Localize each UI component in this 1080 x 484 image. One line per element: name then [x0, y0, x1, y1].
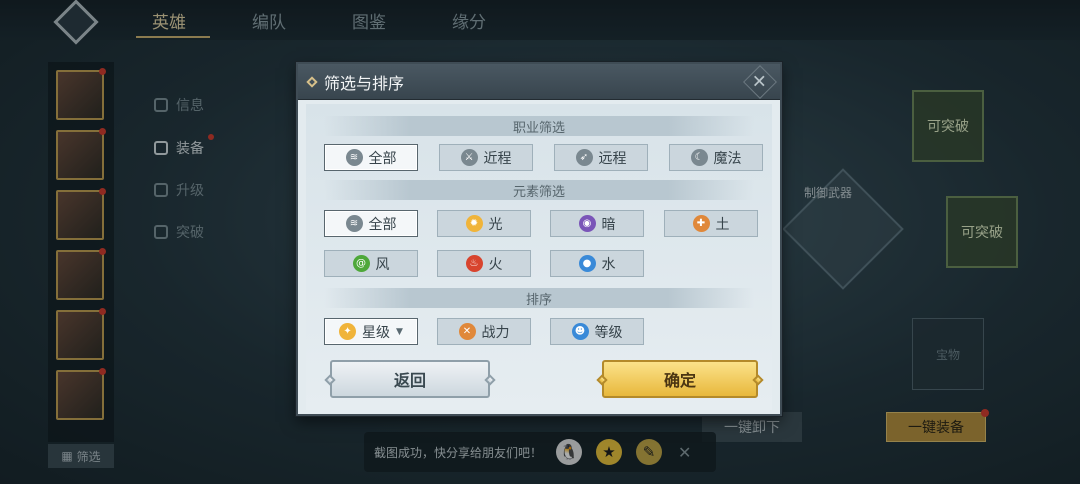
bow-icon: ➶: [575, 149, 593, 166]
layers-icon: ≋: [345, 215, 363, 232]
dialog-header: 筛选与排序 ✕: [298, 64, 780, 100]
element-option-all[interactable]: ≋ 全部: [324, 210, 418, 237]
element-option-wind[interactable]: @ 风: [324, 250, 418, 277]
sort-option-stars[interactable]: ✦ 星级 ▼: [324, 318, 418, 345]
element-option-water[interactable]: ● 水: [550, 250, 644, 277]
crossed-swords-icon: ✕: [458, 323, 476, 340]
dark-orb-icon: ◉: [578, 215, 596, 232]
dialog-title: 筛选与排序: [324, 73, 405, 93]
element-option-earth[interactable]: ✚ 土: [664, 210, 758, 237]
back-button[interactable]: 返回: [324, 360, 496, 398]
filter-sort-dialog: 筛选与排序 ✕ 职业筛选 ≋ 全部 ⚔ 近程 ➶ 远程 ☾ 魔法 元素筛选 ≋ …: [296, 62, 782, 416]
class-option-melee[interactable]: ⚔ 近程: [439, 144, 533, 171]
sort-option-power[interactable]: ✕ 战力: [437, 318, 531, 345]
wind-icon: @: [352, 255, 370, 272]
element-option-fire[interactable]: ♨ 火: [437, 250, 531, 277]
confirm-button[interactable]: 确定: [596, 360, 764, 398]
sun-icon: ✹: [465, 215, 483, 232]
star-icon: ✦: [339, 323, 357, 340]
class-filter-heading: 职业筛选: [324, 116, 754, 136]
water-drop-icon: ●: [578, 255, 596, 272]
sort-heading: 排序: [324, 288, 754, 308]
chevron-down-icon: ▼: [396, 326, 403, 337]
magic-icon: ☾: [690, 149, 708, 166]
sort-option-level[interactable]: ☻ 等级: [550, 318, 644, 345]
element-option-light[interactable]: ✹ 光: [437, 210, 531, 237]
person-icon: ☻: [571, 323, 589, 340]
class-option-all[interactable]: ≋ 全部: [324, 144, 418, 171]
class-option-ranged[interactable]: ➶ 远程: [554, 144, 648, 171]
class-option-magic[interactable]: ☾ 魔法: [669, 144, 763, 171]
earth-icon: ✚: [692, 215, 710, 232]
layers-icon: ≋: [345, 149, 363, 166]
element-option-dark[interactable]: ◉ 暗: [550, 210, 644, 237]
dialog-body: 职业筛选 ≋ 全部 ⚔ 近程 ➶ 远程 ☾ 魔法 元素筛选 ≋ 全部 ✹ 光 ◉…: [306, 104, 772, 410]
close-button[interactable]: ✕: [743, 65, 777, 99]
element-filter-heading: 元素筛选: [324, 180, 754, 200]
diamond-icon: [306, 75, 318, 88]
sword-icon: ⚔: [460, 149, 478, 166]
close-icon: ✕: [752, 71, 768, 93]
fire-icon: ♨: [465, 255, 483, 272]
